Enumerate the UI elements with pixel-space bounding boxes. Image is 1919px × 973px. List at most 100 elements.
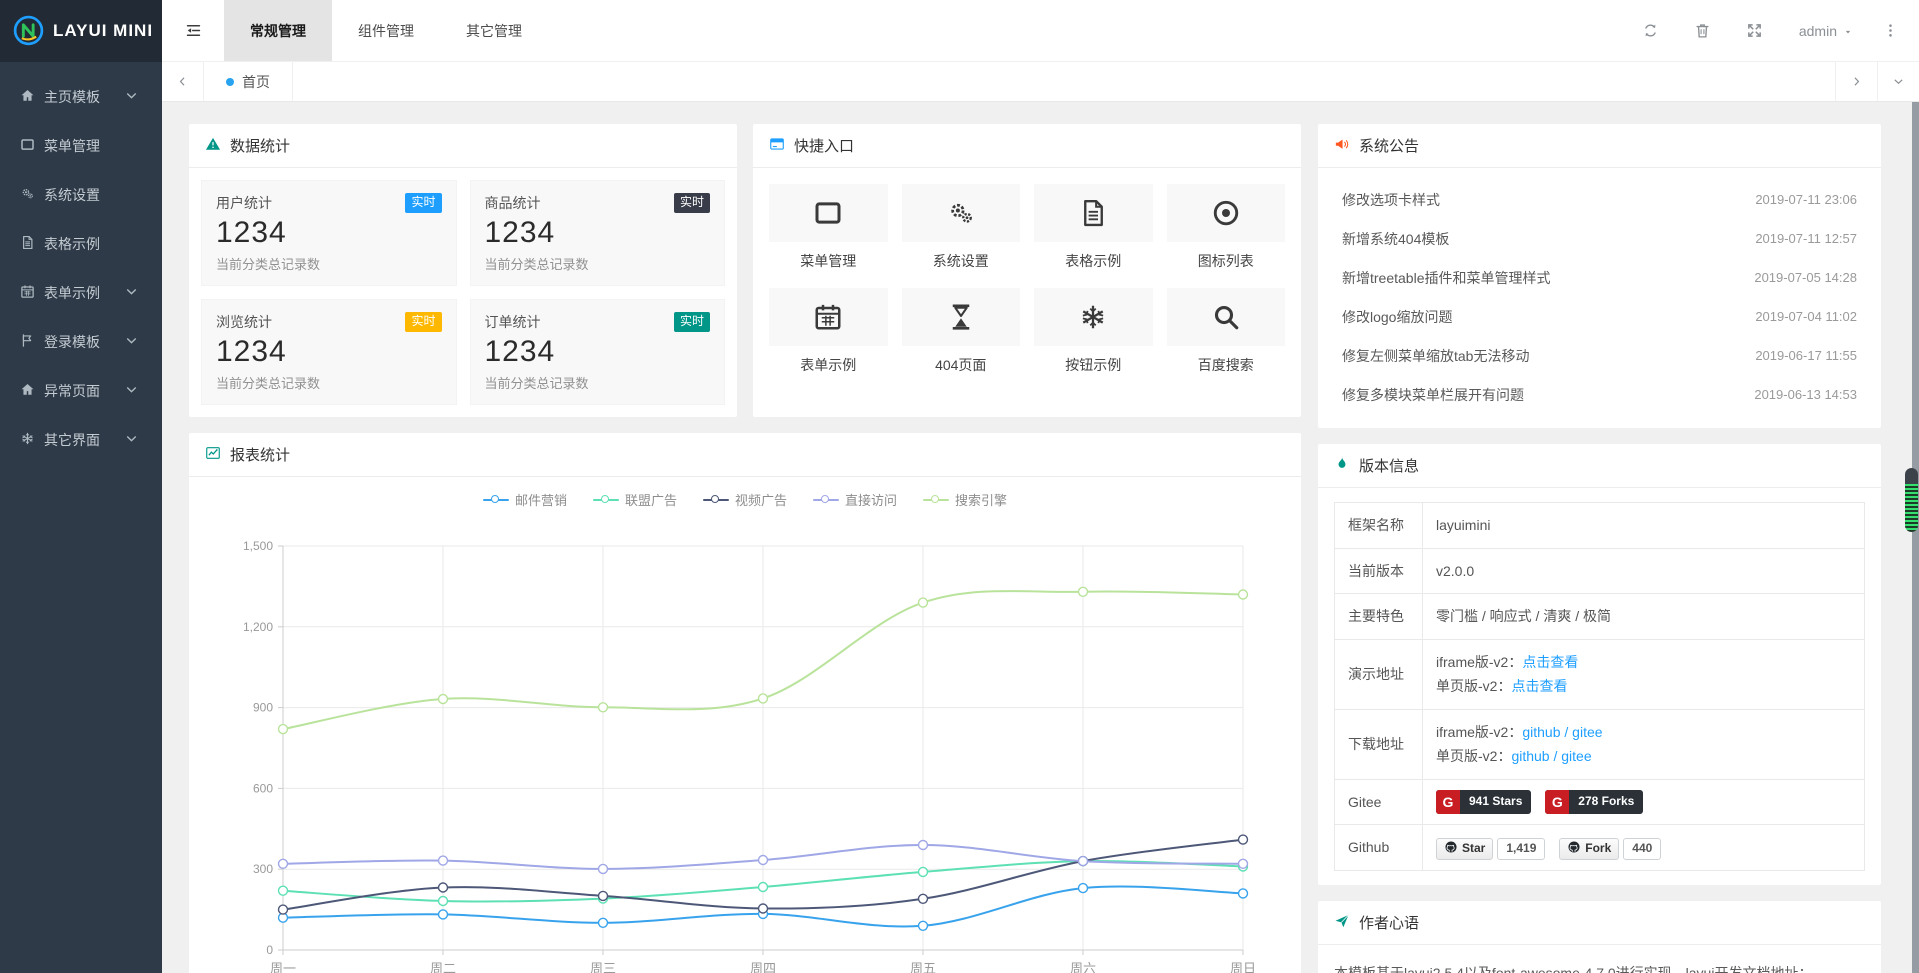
card-author-words: 作者心语 本模板基于layui2.5.4以及font-awesome-4.7.0… <box>1318 901 1881 973</box>
demo-link[interactable]: 点击查看 <box>1522 654 1578 670</box>
tab-home[interactable]: 首页 <box>204 62 293 101</box>
github-fork-button[interactable]: Fork <box>1559 838 1619 860</box>
card-title: 系统公告 <box>1359 135 1419 156</box>
top-nav-other[interactable]: 其它管理 <box>440 0 548 61</box>
stat-label: 商品统计 <box>485 193 541 213</box>
chevron-down-icon <box>124 88 148 104</box>
status-badge: 实时 <box>405 193 441 213</box>
top-nav-general[interactable]: 常规管理 <box>224 0 332 61</box>
paper-plane-icon <box>1334 913 1359 931</box>
dots-vertical-icon[interactable] <box>1875 0 1905 62</box>
quick-label: 菜单管理 <box>769 251 888 271</box>
quick-label: 按钮示例 <box>1034 355 1153 375</box>
svg-text:900: 900 <box>253 701 273 715</box>
quick-link-baidu-search[interactable]: 百度搜索 <box>1167 288 1286 392</box>
svg-text:周二: 周二 <box>430 961 456 973</box>
github-star-count[interactable]: 1,419 <box>1497 838 1545 860</box>
sidebar-item-other-ui[interactable]: 其它界面 <box>0 415 162 464</box>
version-table-wrap: 框架名称 layuimini 当前版本 v2.0.0 主要特色 零门槛 / 响应… <box>1318 488 1881 885</box>
search-icon <box>1167 288 1286 346</box>
github-star-widget: Star 1,419 <box>1436 838 1545 860</box>
scrollbar-thumb[interactable] <box>1905 468 1918 532</box>
collapse-menu-icon[interactable] <box>162 0 224 61</box>
legend-item-video-ads[interactable]: 视频广告 <box>703 490 787 509</box>
legend-label: 邮件营销 <box>515 490 567 509</box>
sidebar-item-label: 其它界面 <box>44 430 100 450</box>
tab-menu-button[interactable] <box>1877 62 1919 101</box>
username: admin <box>1799 23 1837 39</box>
layui-logo-icon <box>12 14 45 48</box>
legend-marker <box>703 495 729 505</box>
legend-item-email[interactable]: 邮件营销 <box>483 490 567 509</box>
gitee-forks-badge[interactable]: G 278 Forks <box>1545 790 1643 814</box>
legend-label: 视频广告 <box>735 490 787 509</box>
quick-link-icon-list[interactable]: 图标列表 <box>1167 184 1286 288</box>
sidebar-item-home-template[interactable]: 主页模板 <box>0 72 162 121</box>
logo[interactable]: LAYUI MINI <box>0 0 162 62</box>
stat-value: 1234 <box>485 216 711 250</box>
user-dropdown[interactable]: admin <box>1785 23 1867 39</box>
legend-item-search-engine[interactable]: 搜索引擎 <box>923 490 1007 509</box>
announcement-text: 修复左侧菜单缩放tab无法移动 <box>1342 346 1529 366</box>
scrollbar-track[interactable] <box>1912 102 1919 973</box>
chevron-down-icon <box>1892 74 1905 89</box>
tab-scroll-left-button[interactable] <box>162 62 204 101</box>
download-links[interactable]: github / gitee <box>1522 724 1602 740</box>
sidebar-item-label: 系统设置 <box>44 185 100 205</box>
quick-link-system-settings[interactable]: 系统设置 <box>902 184 1021 288</box>
card-title: 作者心语 <box>1359 912 1419 933</box>
download-links[interactable]: github / gitee <box>1511 748 1591 764</box>
row-label: Gitee <box>1335 779 1423 825</box>
github-fork-count[interactable]: 440 <box>1623 838 1661 860</box>
sidebar-item-label: 主页模板 <box>44 87 100 107</box>
sidebar-item-error-pages[interactable]: 异常页面 <box>0 366 162 415</box>
svg-text:周六: 周六 <box>1070 961 1096 973</box>
top-nav-components[interactable]: 组件管理 <box>332 0 440 61</box>
github-star-button[interactable]: Star <box>1436 838 1493 860</box>
row-label: 演示地址 <box>1335 639 1423 709</box>
legend-item-direct[interactable]: 直接访问 <box>813 490 897 509</box>
table-row: Gitee G 941 Stars G 278 Forks <box>1335 779 1865 825</box>
active-tab-dot <box>226 78 234 86</box>
quick-link-table-demo[interactable]: 表格示例 <box>1034 184 1153 288</box>
tab-bar-spacer <box>293 62 1835 101</box>
sidebar-item-menu-manage[interactable]: 菜单管理 <box>0 121 162 170</box>
version-table: 框架名称 layuimini 当前版本 v2.0.0 主要特色 零门槛 / 响应… <box>1334 502 1865 871</box>
legend-label: 联盟广告 <box>625 490 677 509</box>
sidebar-item-table-demo[interactable]: 表格示例 <box>0 219 162 268</box>
sidebar-item-login-template[interactable]: 登录模板 <box>0 317 162 366</box>
github-icon <box>1567 838 1581 859</box>
demo-link[interactable]: 点击查看 <box>1511 678 1567 694</box>
card-quick-entry: 快捷入口 菜单管理 系统设置 <box>753 124 1301 417</box>
tab-scroll-right-button[interactable] <box>1835 62 1877 101</box>
row-label: 下载地址 <box>1335 709 1423 779</box>
card-header: 作者心语 <box>1318 901 1881 945</box>
stat-label: 浏览统计 <box>216 312 272 332</box>
legend-item-union-ads[interactable]: 联盟广告 <box>593 490 677 509</box>
left-column: 数据统计 用户统计 实时 1234 当前分类总记录数 <box>189 124 1301 973</box>
sidebar-item-label: 表单示例 <box>44 283 100 303</box>
stat-caption: 当前分类总记录数 <box>216 373 442 392</box>
refresh-icon[interactable] <box>1629 0 1673 62</box>
quick-link-menu-manage[interactable]: 菜单管理 <box>769 184 888 288</box>
svg-text:周五: 周五 <box>910 961 936 973</box>
announcement-date: 2019-07-05 14:28 <box>1754 270 1857 285</box>
quick-label: 图标列表 <box>1167 251 1286 271</box>
announcement-text: 新增系统404模板 <box>1342 229 1449 249</box>
button-label: Fork <box>1585 838 1611 859</box>
quick-link-button-demo[interactable]: 按钮示例 <box>1034 288 1153 392</box>
file-icon <box>1034 184 1153 242</box>
gitee-stars-badge[interactable]: G 941 Stars <box>1436 790 1531 814</box>
sidebar-item-form-demo[interactable]: 表单示例 <box>0 268 162 317</box>
sidebar-item-label: 表格示例 <box>44 234 100 254</box>
stat-value: 1234 <box>485 335 711 369</box>
sidebar-item-system-settings[interactable]: 系统设置 <box>0 170 162 219</box>
quick-link-form-demo[interactable]: 表单示例 <box>769 288 888 392</box>
github-fork-widget: Fork 440 <box>1559 838 1661 860</box>
quick-link-404-page[interactable]: 404页面 <box>902 288 1021 392</box>
list-item: 修改选项卡样式 2019-07-11 23:06 <box>1342 180 1857 219</box>
trash-icon[interactable] <box>1681 0 1725 62</box>
row-label: 框架名称 <box>1335 503 1423 549</box>
announcement-list: 修改选项卡样式 2019-07-11 23:06 新增系统404模板 2019-… <box>1318 168 1881 428</box>
fullscreen-icon[interactable] <box>1733 0 1777 62</box>
